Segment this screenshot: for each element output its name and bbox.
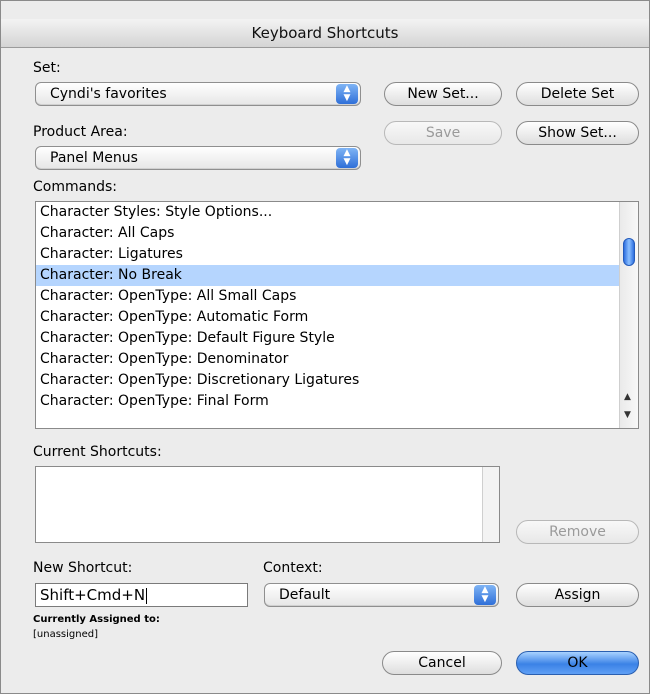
show-set-button[interactable]: Show Set...: [516, 121, 639, 145]
command-list-item[interactable]: Character: Ligatures: [36, 244, 638, 265]
new-set-button[interactable]: New Set...: [384, 82, 502, 106]
ok-button[interactable]: OK: [516, 651, 639, 675]
new-shortcut-label: New Shortcut:: [33, 560, 133, 576]
current-shortcuts-list[interactable]: [35, 466, 500, 543]
set-label: Set:: [33, 60, 61, 76]
new-shortcut-input[interactable]: Shift+Cmd+N: [35, 583, 248, 607]
commands-list[interactable]: Character Styles: Style Options... Charac…: [35, 201, 639, 429]
command-list-item[interactable]: Character: OpenType: Denominator: [36, 349, 638, 370]
set-select[interactable]: Cyndi's favorites ▲ ▼: [35, 82, 361, 106]
current-shortcuts-label: Current Shortcuts:: [33, 444, 162, 460]
product-area-label: Product Area:: [33, 124, 128, 140]
commands-scrollbar[interactable]: ▲ ▼: [619, 202, 638, 428]
command-list-item[interactable]: Character: All Caps: [36, 223, 638, 244]
command-list-item[interactable]: Character: No Break: [36, 265, 638, 286]
cancel-button[interactable]: Cancel: [382, 651, 502, 675]
command-list-item[interactable]: Character: OpenType: Final Form: [36, 391, 638, 412]
scroll-thumb[interactable]: [623, 238, 635, 266]
product-area-select[interactable]: Panel Menus ▲ ▼: [35, 146, 361, 170]
context-select[interactable]: Default ▲ ▼: [264, 583, 499, 607]
delete-set-button[interactable]: Delete Set: [516, 82, 639, 106]
currently-assigned-value: [unassigned]: [33, 629, 98, 640]
dialog-title: Keyboard Shortcuts: [1, 19, 649, 48]
popup-stepper-icon: ▲ ▼: [474, 585, 496, 605]
remove-button[interactable]: Remove: [516, 520, 639, 544]
text-caret: [146, 587, 148, 604]
currently-assigned-label: Currently Assigned to:: [33, 614, 160, 625]
save-button[interactable]: Save: [384, 121, 502, 145]
scroll-up-arrow-icon[interactable]: ▲: [624, 392, 631, 402]
command-list-item[interactable]: Character: OpenType: Default Figure Styl…: [36, 328, 638, 349]
command-list-item[interactable]: Character Styles: Style Options...: [36, 202, 638, 223]
command-list-item[interactable]: Character: OpenType: Discretionary Ligat…: [36, 370, 638, 391]
context-select-value: Default: [279, 587, 331, 603]
current-shortcuts-scrollbar[interactable]: [482, 467, 499, 542]
popup-stepper-icon: ▲ ▼: [336, 84, 358, 104]
keyboard-shortcuts-dialog: Keyboard Shortcuts Set: Cyndi's favorite…: [0, 0, 650, 694]
assign-button[interactable]: Assign: [516, 583, 639, 607]
set-select-value: Cyndi's favorites: [50, 86, 167, 102]
command-list-item[interactable]: Character: OpenType: Automatic Form: [36, 307, 638, 328]
new-shortcut-value: Shift+Cmd+N: [40, 586, 146, 604]
scroll-down-arrow-icon[interactable]: ▼: [624, 410, 631, 420]
popup-stepper-icon: ▲ ▼: [336, 148, 358, 168]
commands-label: Commands:: [33, 179, 117, 195]
product-area-select-value: Panel Menus: [50, 150, 138, 166]
context-label: Context:: [263, 560, 323, 576]
command-list-item[interactable]: Character: OpenType: All Small Caps: [36, 286, 638, 307]
